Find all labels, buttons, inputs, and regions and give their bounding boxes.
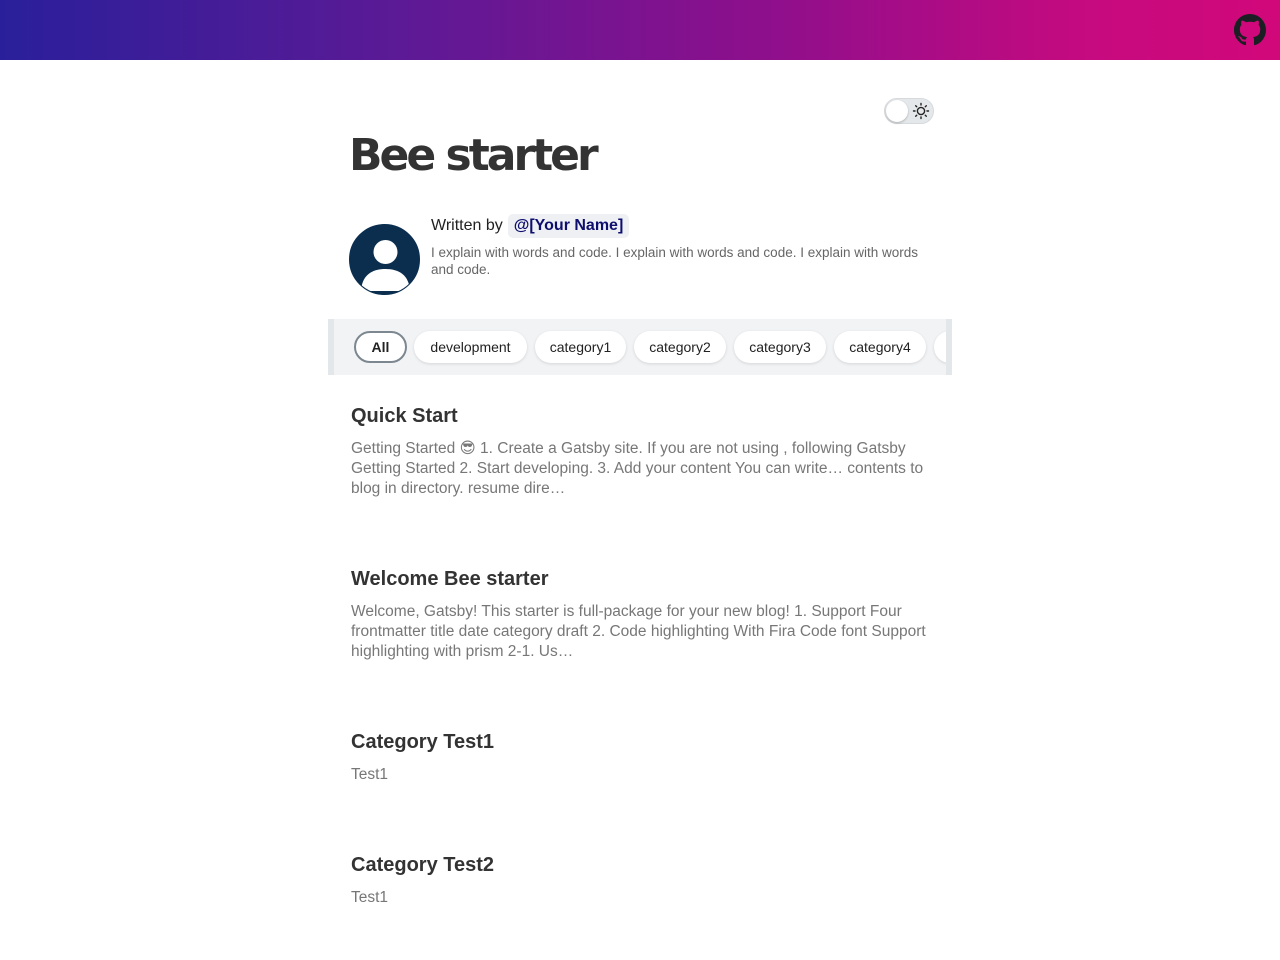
category-chip-category1[interactable]: category1 — [535, 331, 626, 363]
post-excerpt: Getting Started 😎 1. Create a Gatsby sit… — [351, 440, 924, 497]
post-item[interactable]: Category Test1 Test1 — [351, 729, 931, 785]
post-item[interactable]: Category Test2 Test1 — [351, 852, 931, 908]
github-link[interactable] — [1234, 14, 1266, 46]
avatar — [349, 224, 420, 295]
category-chip-next[interactable] — [934, 331, 946, 363]
blog-title[interactable]: Bee starter — [349, 128, 599, 184]
category-chip-category3[interactable]: category3 — [734, 331, 826, 363]
post-excerpt: Test1 — [351, 766, 389, 783]
user-icon — [361, 240, 410, 291]
written-by-label: Written by — [431, 217, 503, 234]
sun-icon — [912, 102, 930, 120]
toggle-knob — [886, 100, 908, 122]
post-item[interactable]: Welcome Bee starter Welcome, Gatsby! Thi… — [351, 566, 931, 662]
post-title[interactable]: Category Test1 — [351, 729, 931, 755]
category-chip-category4[interactable]: category4 — [834, 331, 926, 363]
post-item[interactable]: Quick Start Getting Started 😎 1. Create … — [351, 403, 931, 499]
category-chip-development[interactable]: development — [414, 331, 527, 363]
post-title[interactable]: Welcome Bee starter — [351, 566, 931, 592]
post-excerpt: Test1 — [351, 889, 389, 906]
post-title[interactable]: Category Test2 — [351, 852, 931, 878]
github-icon — [1234, 14, 1266, 46]
author-name-link[interactable]: @[Your Name] — [507, 214, 630, 238]
post-excerpt: Welcome, Gatsby! This starter is full-pa… — [351, 603, 926, 660]
theme-toggle[interactable] — [884, 98, 934, 124]
category-bar: All development category1 category2 cate… — [328, 319, 952, 375]
post-title[interactable]: Quick Start — [351, 403, 931, 429]
category-chip-category2[interactable]: category2 — [634, 331, 726, 363]
category-chip-all[interactable]: All — [354, 331, 407, 363]
top-bar — [0, 0, 1280, 60]
author-bio: I explain with words and code. I explain… — [431, 245, 919, 277]
author-line: Written by @[Your Name] — [431, 212, 630, 240]
